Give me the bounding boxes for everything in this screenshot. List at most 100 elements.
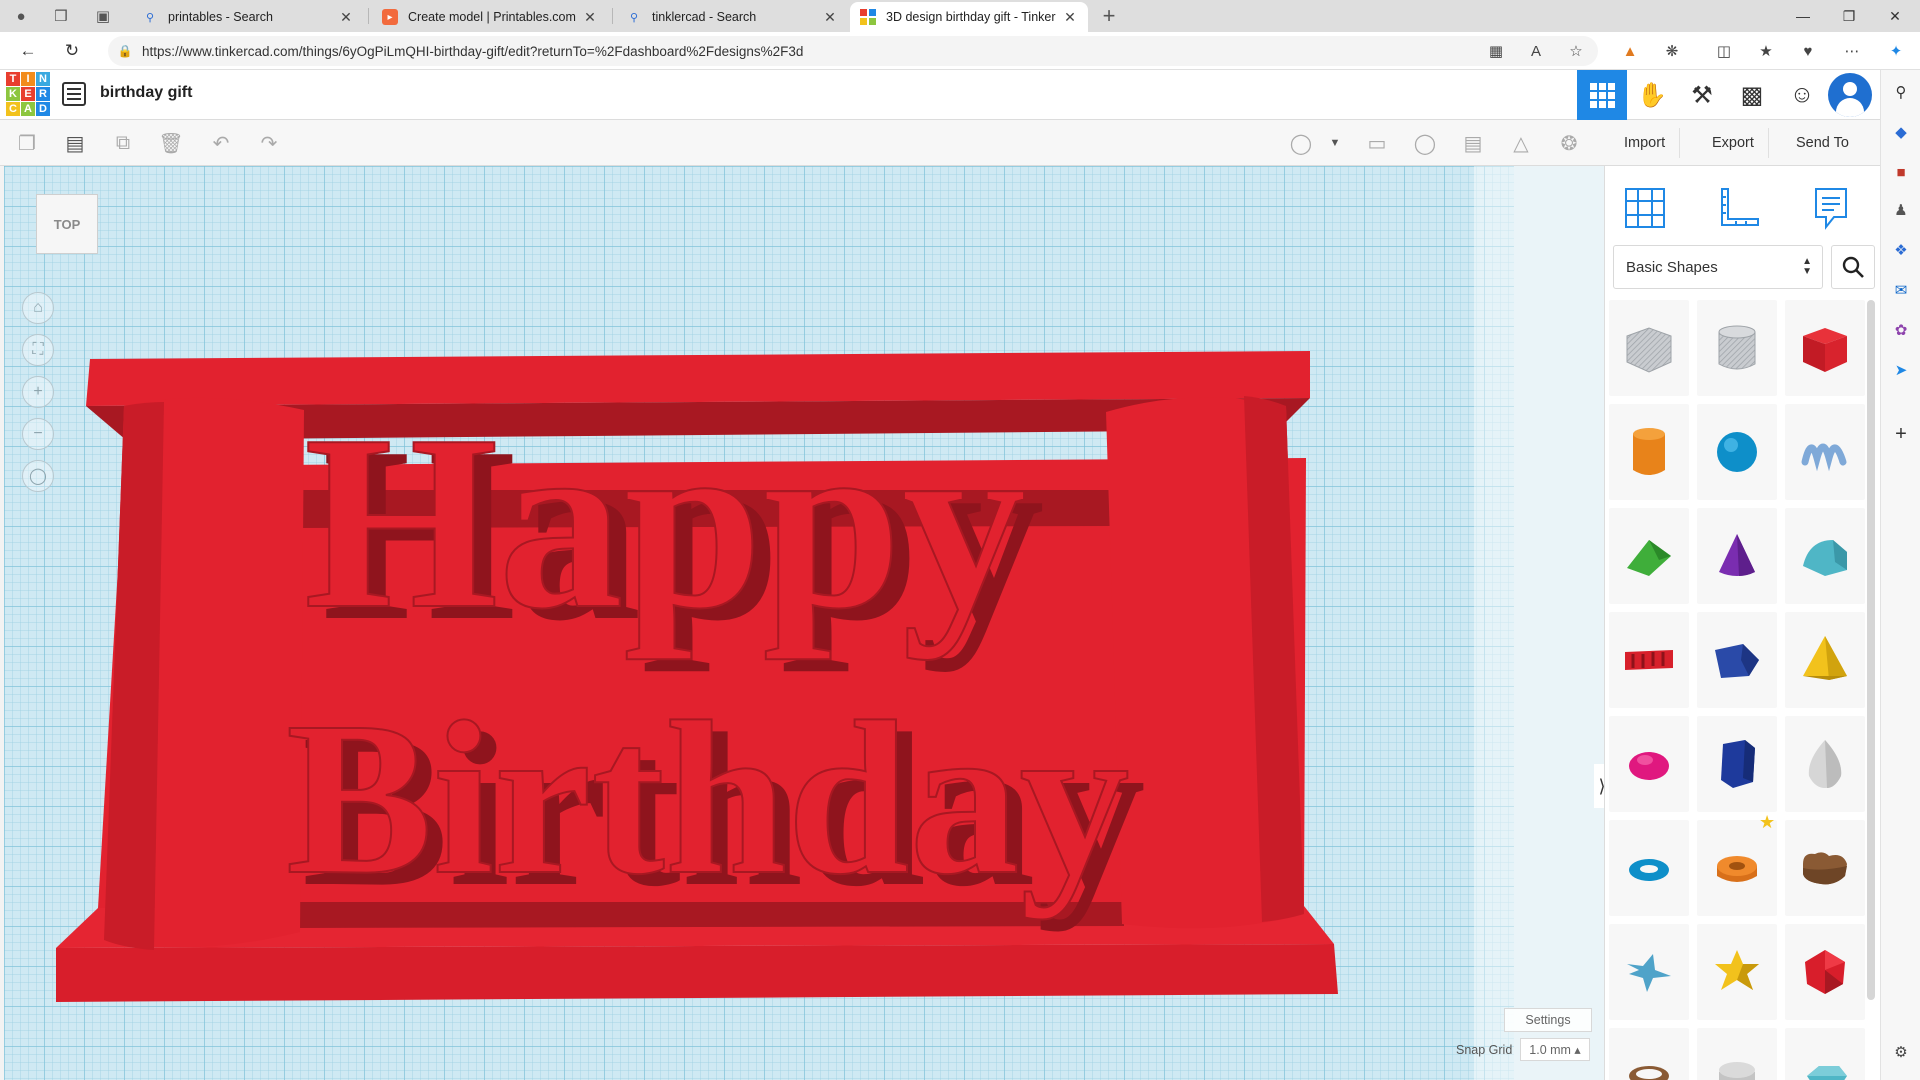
shape-wedge[interactable] [1697, 1028, 1777, 1080]
shape-box[interactable] [1785, 300, 1865, 396]
new-tab-button[interactable]: + [1096, 3, 1122, 28]
delete-icon[interactable]: 🗑 [158, 130, 184, 156]
drop-icon[interactable]: ➤ [1889, 358, 1913, 382]
design-list-icon[interactable] [62, 82, 86, 106]
avatar[interactable] [1828, 73, 1872, 117]
align-icon[interactable]: ▤ [1460, 130, 1486, 156]
group-icon[interactable]: ▭ [1364, 130, 1390, 156]
design-title[interactable]: birthday gift [100, 84, 192, 102]
zoom-out-icon[interactable]: − [22, 418, 54, 450]
bricks-button[interactable]: ⚒ [1677, 70, 1727, 120]
duplicate-icon[interactable]: ⧉ [110, 130, 136, 156]
extensions-icon[interactable]: ❋ [1660, 39, 1684, 63]
zoom-in-icon[interactable]: + [22, 376, 54, 408]
workspaces-icon[interactable]: ❒ [48, 4, 74, 28]
designer-icon[interactable]: ✿ [1889, 318, 1913, 342]
ruler-tool-button[interactable] [1709, 180, 1769, 236]
shape-polygon[interactable] [1697, 716, 1777, 812]
copy-icon[interactable]: ❐ [14, 130, 40, 156]
redo-icon[interactable]: ↷ [256, 130, 282, 156]
tab-actions-icon[interactable]: ▣ [90, 4, 116, 28]
outlook-icon[interactable]: ✉ [1889, 278, 1913, 302]
tab-tinklercad-search[interactable]: ⚲ tinklercad - Search ✕ [616, 2, 848, 32]
settings-button[interactable]: Settings [1504, 1008, 1592, 1032]
shape-egg[interactable] [1785, 716, 1865, 812]
sim-lab-button[interactable]: ▩ [1727, 70, 1777, 120]
ungroup-icon[interactable]: ◯ [1412, 130, 1438, 156]
copilot-icon[interactable]: ✦ [1884, 39, 1908, 63]
shape-cone-blue[interactable] [1785, 1028, 1865, 1080]
url-field[interactable]: 🔒 https://www.tinkercad.com/things/6yOgP… [108, 36, 1598, 66]
shape-round-roof[interactable] [1785, 508, 1865, 604]
close-tab-icon[interactable]: ✕ [582, 9, 598, 26]
read-aloud-icon[interactable]: A [1524, 39, 1548, 63]
tab-printables-search[interactable]: ⚲ printables - Search ✕ [132, 2, 364, 32]
profile-icon[interactable]: ● [8, 4, 34, 28]
tools-icon[interactable]: ■ [1889, 160, 1913, 184]
chevron-down-icon[interactable]: ▼ [1322, 130, 1348, 156]
extension-fox-icon[interactable]: ▲ [1618, 39, 1642, 63]
shape-sphere[interactable] [1697, 404, 1777, 500]
shape-paraboloid[interactable] [1609, 716, 1689, 812]
shape-category-select[interactable]: Basic Shapes ▲ ▼ [1613, 245, 1823, 289]
3d-view-grid-button[interactable] [1577, 70, 1627, 120]
browser-essentials-icon[interactable]: ♥ [1796, 39, 1820, 63]
blocks-button[interactable]: ✋ [1627, 70, 1677, 120]
send-to-button[interactable]: Send To [1782, 128, 1863, 158]
shape-torus[interactable] [1609, 820, 1689, 916]
close-tab-icon[interactable]: ✕ [338, 9, 354, 26]
shape-box-hole[interactable] [1609, 300, 1689, 396]
shape-search-button[interactable] [1831, 245, 1875, 289]
shape-cone[interactable] [1697, 508, 1777, 604]
close-window-icon[interactable]: ✕ [1872, 0, 1918, 32]
collapse-panel-button[interactable]: ⟩ [1594, 764, 1604, 808]
close-tab-icon[interactable]: ✕ [1062, 9, 1078, 26]
shape-cylinder-hole[interactable] [1697, 300, 1777, 396]
mirror-icon[interactable]: △ [1508, 130, 1534, 156]
search-icon[interactable]: ⚲ [1889, 80, 1913, 104]
favorites-icon[interactable]: ★ [1754, 39, 1778, 63]
refresh-icon[interactable]: ↻ [58, 37, 86, 65]
shape-text[interactable] [1609, 612, 1689, 708]
export-button[interactable]: Export [1698, 128, 1769, 158]
view-cube[interactable]: TOP [36, 194, 98, 254]
tab-tinkercad-design[interactable]: 3D design birthday gift - Tinkerc ✕ [850, 2, 1088, 32]
add-sidebar-app-icon[interactable]: + [1889, 422, 1913, 446]
sidebar-settings-icon[interactable]: ⚙ [1889, 1040, 1913, 1064]
paste-icon[interactable]: ▤ [62, 130, 88, 156]
games-icon[interactable]: ♟ [1889, 198, 1913, 222]
back-icon[interactable]: ← [14, 37, 42, 65]
birthday-plaque-model[interactable]: Happy Happy Birthday Birthday [4, 166, 1604, 1080]
shape-pyramid[interactable] [1785, 612, 1865, 708]
app-available-icon[interactable]: ▦ [1484, 39, 1508, 63]
home-view-icon[interactable]: ⌂ [22, 292, 54, 324]
restore-icon[interactable]: ❐ [1826, 0, 1872, 32]
perspective-icon[interactable]: ◯ [22, 460, 54, 492]
snap-grid-select[interactable]: 1.0 mm ▴ [1520, 1038, 1590, 1061]
fit-view-icon[interactable]: ⛶ [22, 334, 54, 366]
import-button[interactable]: Import [1610, 128, 1681, 158]
tab-create-model[interactable]: ▸ Create model | Printables.com ✕ [372, 2, 608, 32]
shape-tube[interactable] [1697, 820, 1777, 916]
shapes-panel-scrollbar[interactable] [1867, 300, 1875, 1000]
shopping-icon[interactable]: ◆ [1889, 120, 1913, 144]
shape-star[interactable] [1609, 924, 1689, 1020]
shape-cylinder[interactable] [1609, 404, 1689, 500]
lightbulb-icon[interactable]: ◯ [1288, 130, 1314, 156]
close-tab-icon[interactable]: ✕ [822, 9, 838, 26]
minimize-icon[interactable]: — [1780, 0, 1826, 32]
lock-icon[interactable]: 🔒 [108, 44, 142, 58]
shape-scribble[interactable] [1785, 404, 1865, 500]
cruise-icon[interactable]: ❂ [1556, 130, 1582, 156]
split-screen-icon[interactable]: ◫ [1712, 39, 1736, 63]
workplane[interactable]: Happy Happy Birthday Birthday TOP ⌂ ⛶ + … [4, 166, 1604, 1080]
notes-tool-button[interactable] [1801, 180, 1861, 236]
more-menu-icon[interactable]: ⋯ [1840, 39, 1864, 63]
shape-heart[interactable] [1785, 820, 1865, 916]
undo-icon[interactable]: ↶ [208, 130, 234, 156]
shape-star-gold[interactable] [1697, 924, 1777, 1020]
shape-roof[interactable] [1609, 508, 1689, 604]
favorite-star-icon[interactable]: ☆ [1564, 39, 1588, 63]
microsoft365-icon[interactable]: ❖ [1889, 238, 1913, 262]
shape-icosahedron[interactable] [1785, 924, 1865, 1020]
